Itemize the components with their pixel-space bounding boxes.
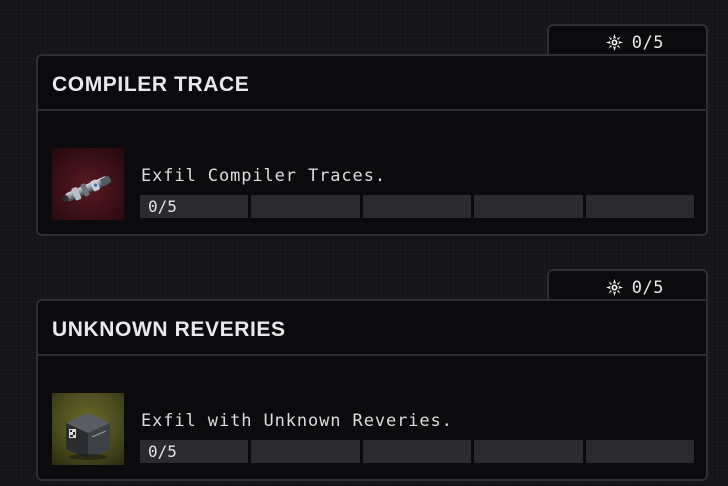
progress-segment [251,195,360,218]
objective-text: Exfil with Unknown Reveries. [141,411,453,431]
unknown-reveries-item-icon [52,393,124,465]
contract-title: UNKNOWN REVERIES [52,318,286,341]
progress-label: 0/5 [148,197,177,216]
progress-segment [474,440,583,463]
reward-count: 0/5 [631,278,664,298]
contract-title: COMPILER TRACE [52,73,250,96]
progress-segment [474,195,583,218]
reward-count: 0/5 [631,33,664,53]
panel-header: UNKNOWN REVERIES [38,301,706,356]
objective-text: Exfil Compiler Traces. [141,166,386,186]
reward-burst-icon [605,278,623,297]
progress-bar: 0/5 [140,195,695,218]
progress-label: 0/5 [148,442,177,461]
progress-segment [585,440,695,463]
progress-segment [362,195,472,218]
compiler-trace-item-icon [52,148,124,220]
panel-body: Exfil with Unknown Reveries. 0/5 [38,356,706,479]
panel-body: Exfil Compiler Traces. 0/5 [38,111,706,234]
progress-segment [251,440,360,463]
progress-segment [362,440,472,463]
reward-tab: 0/5 [547,24,708,58]
progress-bar: 0/5 [140,440,695,463]
reward-tab: 0/5 [547,269,708,303]
progress-segment [585,195,695,218]
panel-header: COMPILER TRACE [38,56,706,111]
reward-burst-icon [605,33,623,52]
contract-panel: UNKNOWN REVERIES Exfil with Unknown Reve… [36,299,708,481]
contract-panel: COMPILER TRACE Exfil Compiler Traces. 0/… [36,54,708,236]
